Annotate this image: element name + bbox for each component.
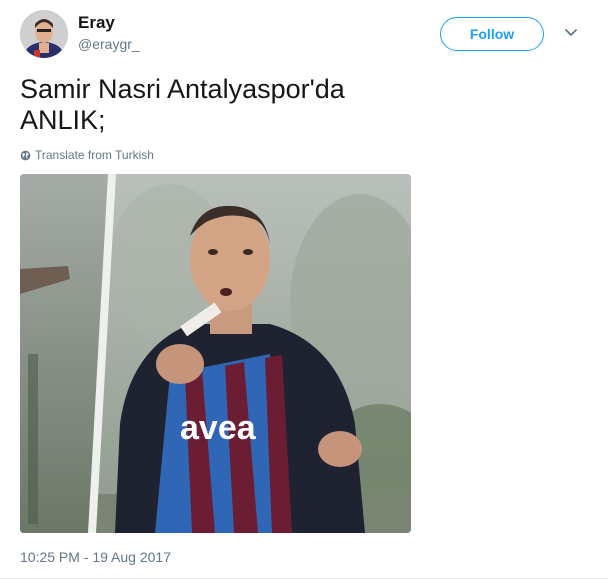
translate-label: Translate from Turkish [35,148,154,162]
tweet-card: Eray @eraygr_ Follow Samir Nasri Antalya… [0,0,608,581]
tweet-timestamp[interactable]: 10:25 PM - 19 Aug 2017 [20,549,171,565]
tweet-text: Samir Nasri Antalyaspor'da ANLIK; [20,74,345,135]
divider [0,578,608,579]
jersey-text: avea [180,409,257,447]
translate-link[interactable]: Translate from Turkish [20,148,154,162]
tweet-media[interactable]: avea [20,174,411,533]
media-image: avea [20,174,411,533]
globe-icon [20,150,31,160]
chevron-down-icon[interactable] [562,24,580,42]
follow-button[interactable]: Follow [440,17,544,51]
display-name[interactable]: Eray [78,13,115,33]
avatar[interactable] [20,10,68,58]
avatar-image [20,10,68,58]
user-handle[interactable]: @eraygr_ [78,36,140,52]
